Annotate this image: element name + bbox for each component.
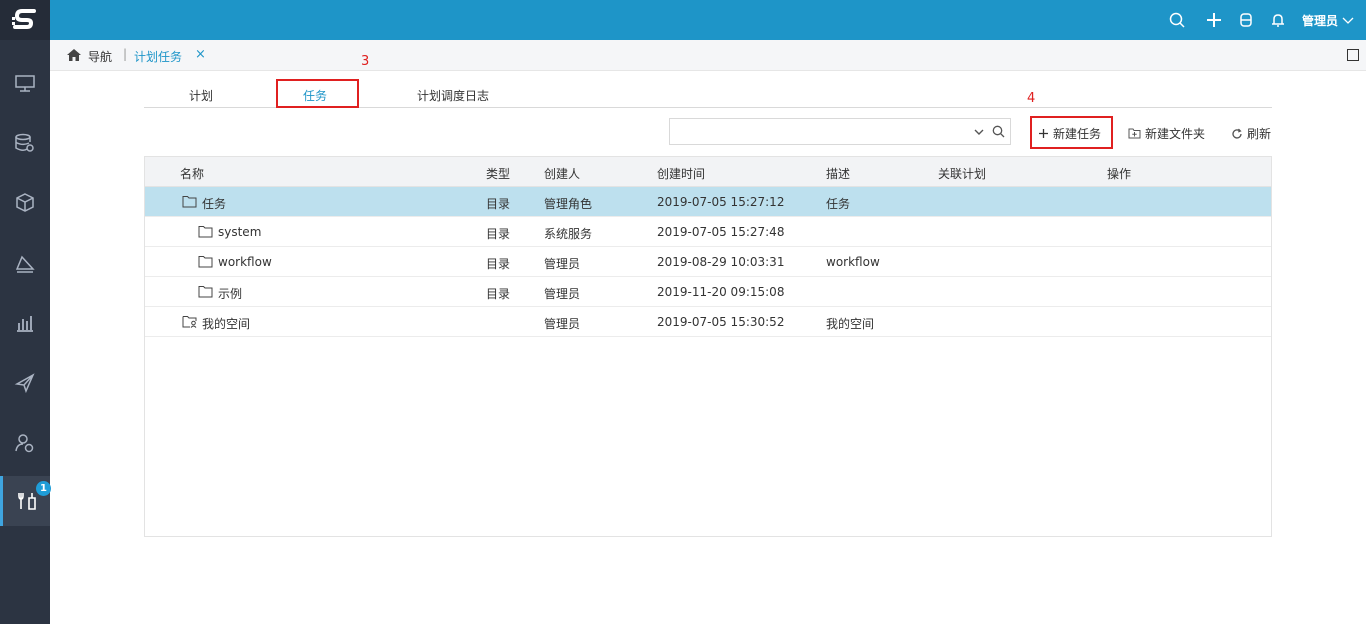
notification-badge: 1: [36, 481, 51, 496]
row-created-time: 2019-07-05 15:27:12: [657, 195, 785, 209]
tools-icon: [17, 493, 36, 510]
user-menu[interactable]: 管理员: [1302, 12, 1354, 29]
chevron-down-icon[interactable]: [973, 126, 985, 138]
tab-schedule-log[interactable]: 计划调度日志: [417, 87, 489, 104]
row-type: 目录: [486, 197, 511, 211]
row-name[interactable]: 任务: [202, 195, 226, 212]
search-box[interactable]: [669, 118, 1011, 145]
table-row[interactable]: workflow 目录 管理员 2019-08-29 10:03:31 work…: [145, 247, 1271, 277]
sidebar-item-chart[interactable]: [0, 298, 50, 348]
left-sidebar: 1: [0, 0, 51, 624]
s-logo[interactable]: [0, 0, 50, 40]
row-name[interactable]: workflow: [218, 255, 272, 269]
row-description: 任务: [826, 197, 851, 211]
folder-icon: [198, 256, 213, 268]
new-folder-label: 新建文件夹: [1145, 127, 1206, 141]
annotation-box-new-task: [1030, 116, 1113, 149]
maximize-icon[interactable]: [1347, 49, 1359, 61]
refresh-label: 刷新: [1247, 127, 1272, 141]
row-name[interactable]: 示例: [218, 285, 242, 302]
folder-icon: [198, 226, 213, 238]
row-type: 目录: [486, 227, 511, 241]
annotation-step-3: 3: [361, 54, 370, 69]
robot-icon: [1240, 13, 1252, 27]
row-created-time: 2019-11-20 09:15:08: [657, 285, 785, 299]
column-header-created-time[interactable]: 创建时间: [657, 165, 705, 182]
row-description: 我的空间: [826, 317, 875, 331]
row-creator: 管理员: [544, 257, 581, 271]
row-creator: 管理员: [544, 287, 581, 301]
row-creator: 管理角色: [544, 197, 593, 211]
column-header-description[interactable]: 描述: [826, 165, 850, 182]
top-robot-button[interactable]: [1237, 11, 1255, 29]
column-header-name[interactable]: 名称: [180, 165, 204, 182]
table-row[interactable]: 任务 目录 管理角色 2019-07-05 15:27:12 任务: [145, 187, 1271, 217]
top-add-button[interactable]: [1205, 11, 1223, 29]
sidebar-item-database[interactable]: [0, 118, 50, 168]
annotation-box-task-tab: [276, 79, 359, 108]
bell-icon: [1272, 14, 1284, 27]
monitor-icon: [15, 75, 35, 92]
top-notification-button[interactable]: [1269, 11, 1287, 29]
task-table: 名称 类型 创建人 创建时间 描述 关联计划 操作 任务 目录 管理角色 201…: [144, 156, 1272, 537]
cube-icon: [16, 193, 34, 212]
close-tab-icon[interactable]: ×: [195, 47, 206, 62]
refresh-icon: [1232, 128, 1242, 139]
column-header-type[interactable]: 类型: [486, 165, 510, 182]
paper-plane-icon: [14, 373, 35, 394]
new-folder-button[interactable]: 新建文件夹: [1128, 125, 1205, 142]
sidebar-item-layers[interactable]: [0, 238, 50, 288]
sidebar-item-monitor[interactable]: [0, 58, 50, 108]
user-name: 管理员: [1302, 14, 1339, 28]
row-creator: 系统服务: [544, 227, 593, 241]
folder-icon: [198, 286, 213, 298]
user-settings-icon: [15, 434, 34, 453]
row-created-time: 2019-07-05 15:30:52: [657, 315, 785, 329]
user-folder-icon: [182, 316, 197, 328]
row-name[interactable]: 我的空间: [202, 315, 250, 332]
sidebar-item-user-settings[interactable]: [0, 418, 50, 468]
column-header-actions[interactable]: 操作: [1107, 165, 1131, 182]
bar-chart-icon: [17, 316, 33, 332]
tab-plan[interactable]: 计划: [189, 87, 213, 104]
row-type: 目录: [486, 257, 511, 271]
s-logo-icon: [12, 9, 36, 29]
column-header-linked-plan[interactable]: 关联计划: [938, 165, 986, 182]
refresh-button[interactable]: 刷新: [1231, 125, 1271, 142]
layers-icon: [15, 255, 35, 273]
table-row[interactable]: 示例 目录 管理员 2019-11-20 09:15:08: [145, 277, 1271, 307]
table-row[interactable]: 我的空间 管理员 2019-07-05 15:30:52 我的空间: [145, 307, 1271, 337]
top-search-button[interactable]: [1168, 11, 1186, 29]
chevron-down-icon: [1342, 17, 1354, 24]
folder-plus-icon: [1128, 128, 1141, 139]
table-row[interactable]: system 目录 系统服务 2019-07-05 15:27:48: [145, 217, 1271, 247]
breadcrumb-separator: |: [123, 47, 128, 61]
breadcrumb-nav[interactable]: 导航: [88, 48, 112, 65]
row-created-time: 2019-08-29 10:03:31: [657, 255, 785, 269]
top-bar: 管理员: [50, 0, 1366, 40]
row-name[interactable]: system: [218, 225, 261, 239]
breadcrumb-bar: 导航 | 计划任务 ×: [50, 40, 1366, 71]
search-icon: [1169, 12, 1185, 28]
row-created-time: 2019-07-05 15:27:48: [657, 225, 785, 239]
sidebar-item-send[interactable]: [0, 358, 50, 408]
sidebar-item-tools[interactable]: 1: [0, 476, 51, 526]
folder-icon: [182, 196, 197, 208]
home-icon[interactable]: [66, 48, 82, 62]
column-header-creator[interactable]: 创建人: [544, 165, 580, 182]
search-icon[interactable]: [992, 125, 1005, 138]
database-gear-icon: [15, 133, 34, 152]
row-type: 目录: [486, 287, 511, 301]
row-description: workflow: [826, 255, 880, 269]
plus-icon: [1207, 13, 1221, 27]
row-creator: 管理员: [544, 317, 581, 331]
breadcrumb-current-tab[interactable]: 计划任务: [134, 48, 182, 65]
table-header: 名称 类型 创建人 创建时间 描述 关联计划 操作: [145, 157, 1271, 187]
sidebar-item-cube[interactable]: [0, 178, 50, 228]
